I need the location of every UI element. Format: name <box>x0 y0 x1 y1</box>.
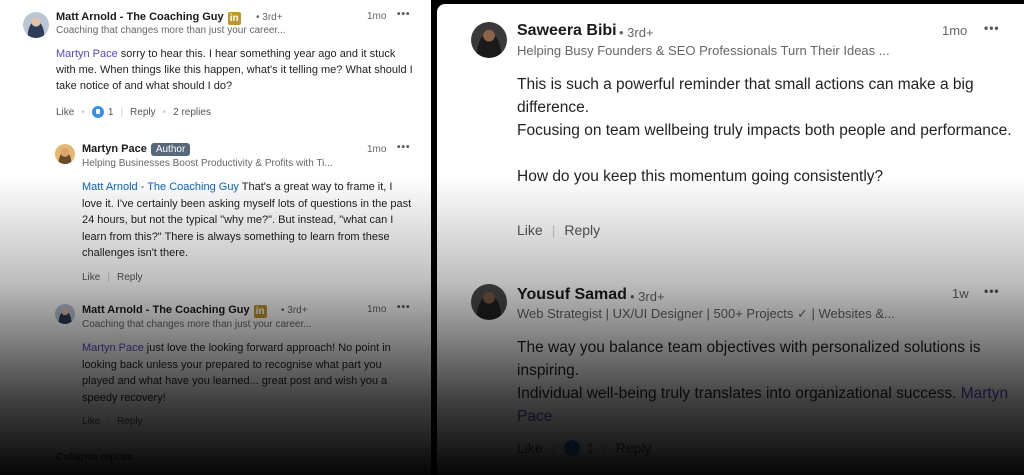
replies-count[interactable]: 2 replies <box>173 107 211 118</box>
avatar[interactable] <box>471 284 507 320</box>
comment-actions: Like • 1 | Reply • 2 replies <box>56 106 211 118</box>
comment-text: Martyn Pace sorry to hear this. I hear s… <box>56 46 416 94</box>
connection-degree: • 3rd+ <box>256 12 283 23</box>
connection-degree: • 3rd+ <box>630 289 665 304</box>
mention-link[interactable]: Matt Arnold - The Coaching Guy <box>82 181 239 193</box>
comment-saweera: Saweera Bibi • 3rd+ Helping Busy Founder… <box>437 4 1024 254</box>
like-button[interactable]: Like <box>517 440 543 456</box>
reaction-count[interactable]: 1 <box>108 107 114 118</box>
avatar[interactable] <box>23 12 49 38</box>
comment-paragraph: How do you keep this momentum going cons… <box>517 168 884 185</box>
comment-text: Matt Arnold - The Coaching Guy That's a … <box>82 179 414 262</box>
commenter-name[interactable]: Yousuf Samad <box>517 286 627 304</box>
comment-time: 1mo <box>367 11 387 22</box>
linkedin-badge-icon: in <box>227 12 241 25</box>
avatar[interactable] <box>471 22 507 58</box>
right-comments-panel: Saweera Bibi • 3rd+ Helping Busy Founder… <box>437 4 1024 475</box>
divider: | <box>603 440 607 456</box>
connection-degree: • 3rd+ <box>619 25 654 40</box>
reply-matt: Matt Arnold - The Coaching Guy in • 3rd+ … <box>0 295 431 435</box>
reply-button[interactable]: Reply <box>117 416 143 427</box>
comment-time: 1mo <box>367 144 387 155</box>
comment-text: Martyn Pace just love the looking forwar… <box>82 340 414 406</box>
comment-text: This is such a powerful reminder that sm… <box>517 73 1012 188</box>
divider: | <box>120 106 124 118</box>
comment-actions: Like | Reply <box>82 272 143 283</box>
comment-actions: Like | Reply <box>82 416 143 427</box>
like-reaction-icon <box>564 440 581 456</box>
like-button[interactable]: Like <box>82 416 100 427</box>
commenter-name[interactable]: Martyn Pace Author <box>82 143 191 156</box>
divider: | <box>107 272 110 283</box>
more-options-icon[interactable]: ••• <box>397 302 411 313</box>
commenter-name[interactable]: Saweera Bibi <box>517 22 617 40</box>
reaction-count[interactable]: 1 <box>586 440 594 456</box>
reply-button[interactable]: Reply <box>130 107 156 118</box>
comment-paragraph: Focusing on team wellbeing truly impacts… <box>517 122 1012 139</box>
commenter-headline: Helping Businesses Boost Productivity & … <box>82 158 333 169</box>
reply-button[interactable]: Reply <box>117 272 143 283</box>
like-button[interactable]: Like <box>82 272 100 283</box>
like-button[interactable]: Like <box>56 107 74 118</box>
comment-matt-1: Matt Arnold - The Coaching Guy in • 3rd+ … <box>0 0 431 125</box>
connection-degree: • 3rd+ <box>281 305 308 316</box>
commenter-headline: Coaching that changes more than just you… <box>56 25 286 36</box>
reply-button[interactable]: Reply <box>616 440 652 456</box>
like-reaction-icon <box>91 106 104 118</box>
left-comments-panel: Matt Arnold - The Coaching Guy in • 3rd+ … <box>0 0 431 475</box>
more-options-icon[interactable]: ••• <box>397 9 411 20</box>
comment-paragraph: Individual well-being truly translates i… <box>517 382 1017 428</box>
comment-text: The way you balance team objectives with… <box>517 336 1017 428</box>
commenter-headline: Web Strategist | UX/UI Designer | 500+ P… <box>517 306 895 321</box>
comment-yousuf: Yousuf Samad • 3rd+ Web Strategist | UX/… <box>437 274 1024 475</box>
commenter-name[interactable]: Matt Arnold - The Coaching Guy in <box>82 304 267 318</box>
commenter-headline: Coaching that changes more than just you… <box>82 319 312 330</box>
avatar[interactable] <box>55 304 75 324</box>
linkedin-badge-icon: in <box>253 305 267 318</box>
reply-button[interactable]: Reply <box>564 222 600 238</box>
divider: | <box>551 440 556 456</box>
collapse-replies-button[interactable]: Collapse replies <box>56 452 133 463</box>
avatar[interactable] <box>55 144 75 164</box>
commenter-name[interactable]: Matt Arnold - The Coaching Guy in <box>56 11 241 25</box>
more-options-icon[interactable]: ••• <box>984 21 1000 35</box>
author-badge: Author <box>150 143 191 156</box>
comment-paragraph: This is such a powerful reminder that sm… <box>517 76 974 116</box>
comment-time: 1mo <box>942 23 968 38</box>
commenter-name-text[interactable]: Martyn Pace <box>82 143 147 155</box>
mention-link[interactable]: Martyn Pace <box>56 48 118 60</box>
divider: | <box>551 222 556 238</box>
more-options-icon[interactable]: ••• <box>397 142 411 153</box>
comment-paragraph: The way you balance team objectives with… <box>517 339 981 379</box>
comment-actions: Like | 1 | Reply <box>517 440 652 456</box>
more-options-icon[interactable]: ••• <box>984 284 1000 298</box>
commenter-name-text[interactable]: Matt Arnold - The Coaching Guy <box>56 11 224 23</box>
divider: | <box>107 416 110 427</box>
comment-time: 1mo <box>367 304 387 315</box>
commenter-name-text[interactable]: Matt Arnold - The Coaching Guy <box>82 304 250 316</box>
comment-body-text: Individual well-being truly translates i… <box>517 385 961 402</box>
commenter-headline: Helping Busy Founders & SEO Professional… <box>517 43 890 58</box>
divider: • <box>81 106 85 118</box>
divider: • <box>162 106 167 118</box>
comment-actions: Like | Reply <box>517 222 600 238</box>
comment-time: 1w <box>952 286 969 301</box>
mention-link[interactable]: Martyn Pace <box>82 342 144 354</box>
like-button[interactable]: Like <box>517 222 543 238</box>
reply-martyn: Martyn Pace Author Helping Businesses Boo… <box>0 135 431 285</box>
